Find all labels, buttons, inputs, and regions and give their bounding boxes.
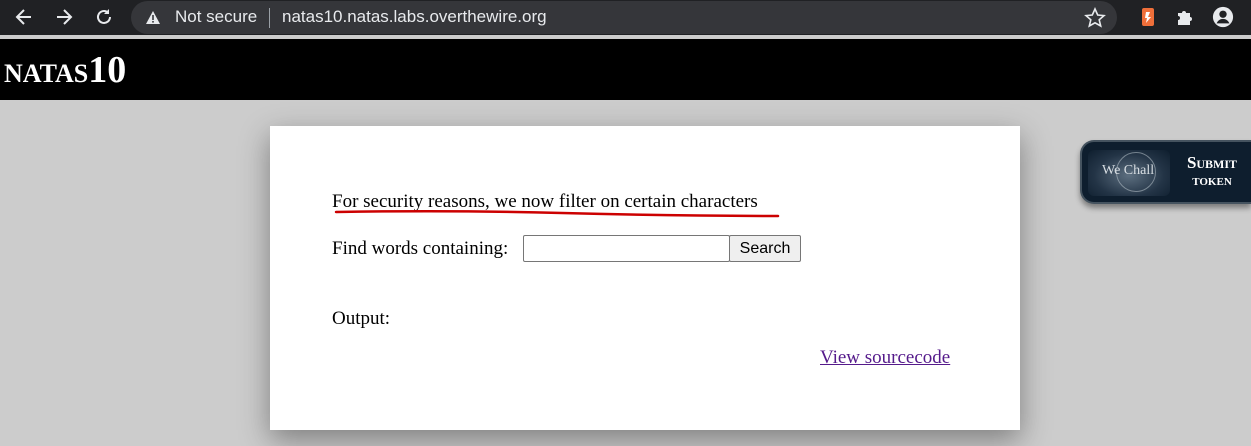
- wechall-logo-text: We Chall: [1102, 163, 1155, 178]
- token-label: token: [1192, 173, 1232, 189]
- needle-input[interactable]: [523, 235, 730, 262]
- browser-toolbar: Not secure natas10.natas.labs.overthewir…: [0, 0, 1251, 35]
- submit-label: Submit: [1186, 153, 1238, 172]
- content-card: For security reasons, we now filter on c…: [270, 126, 1020, 430]
- url-text[interactable]: natas10.natas.labs.overthewire.org: [282, 7, 547, 27]
- find-words-label: Find words containing:: [332, 238, 509, 259]
- title-number: 10: [88, 49, 127, 91]
- bookmark-star-icon[interactable]: [1084, 7, 1106, 29]
- view-sourcecode-link[interactable]: View sourcecode: [820, 347, 950, 369]
- natas-header: NATAS10: [0, 39, 1251, 100]
- forward-arrow-icon[interactable]: [53, 6, 75, 28]
- brave-extension-icon[interactable]: [1137, 6, 1159, 28]
- red-underline-annotation: [334, 209, 780, 218]
- security-indicator[interactable]: Not secure: [175, 7, 257, 27]
- warning-triangle-icon: [146, 11, 160, 24]
- reload-icon[interactable]: [93, 6, 115, 28]
- page-title: NATAS10: [4, 51, 126, 93]
- search-button[interactable]: Search: [729, 235, 801, 262]
- wechall-logo: We Chall: [1088, 150, 1170, 196]
- back-arrow-icon[interactable]: [13, 6, 35, 28]
- output-label: Output:: [332, 308, 391, 329]
- omnibox-separator: [269, 8, 270, 28]
- extensions-puzzle-icon[interactable]: [1174, 6, 1196, 28]
- address-bar[interactable]: Not secure natas10.natas.labs.overthewir…: [131, 1, 1117, 34]
- wechall-submit-token-button[interactable]: We Chall Submit token: [1080, 140, 1251, 204]
- profile-avatar-icon[interactable]: [1212, 6, 1234, 28]
- title-prefix: NATAS: [4, 59, 89, 88]
- submit-token-label: Submit token: [1173, 154, 1251, 190]
